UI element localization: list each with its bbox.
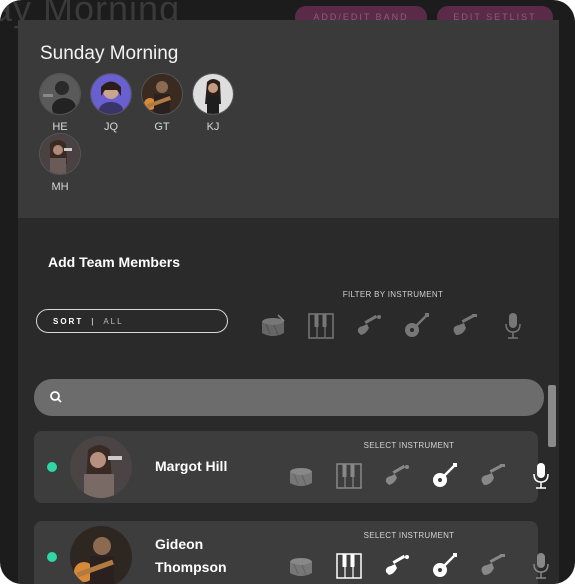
keyboard-icon[interactable]	[330, 552, 368, 580]
search-input[interactable]	[72, 385, 516, 412]
sort-value: ALL	[103, 316, 124, 326]
select-instrument-label: SELECT INSTRUMENT	[363, 531, 455, 540]
bass-guitar-icon[interactable]	[446, 312, 484, 340]
avatar	[39, 73, 81, 115]
avatar	[141, 73, 183, 115]
member-initials: GT	[154, 121, 170, 133]
avatar	[70, 436, 132, 498]
avatar	[192, 73, 234, 115]
search-bar[interactable]	[34, 379, 544, 416]
member-initials: MH	[51, 181, 69, 193]
avatar	[70, 526, 132, 584]
electric-guitar-icon[interactable]	[378, 462, 416, 490]
member-mh[interactable]: MH	[39, 133, 81, 193]
microphone-icon[interactable]	[494, 312, 532, 340]
sort-dropdown[interactable]: SORT | ALL	[36, 309, 228, 333]
band-modal: Sunday Morning HE JQ GT KJ MH Add Team M…	[18, 20, 559, 584]
sort-label: SORT	[53, 316, 84, 326]
member-gt[interactable]: GT	[141, 73, 183, 133]
member-card-gideon-thompson[interactable]: Gideon Thompson SELECT INSTRUMENT	[34, 521, 549, 584]
app-window: ay Morning ADD/EDIT BAND EDIT SETLIST Su…	[0, 0, 575, 584]
microphone-icon[interactable]	[522, 462, 559, 490]
drum-icon[interactable]	[254, 312, 292, 340]
member-kj[interactable]: KJ	[192, 73, 234, 133]
bass-guitar-icon[interactable]	[474, 462, 512, 490]
acoustic-guitar-icon[interactable]	[398, 312, 436, 340]
online-status-dot	[47, 462, 57, 472]
member-jq[interactable]: JQ	[90, 73, 132, 133]
select-instrument-label: SELECT INSTRUMENT	[363, 441, 455, 450]
card-instruments	[282, 462, 559, 490]
drum-icon[interactable]	[282, 552, 320, 580]
card-instruments	[282, 552, 559, 580]
member-initials: JQ	[103, 121, 119, 133]
search-icon	[50, 391, 62, 403]
electric-guitar-icon[interactable]	[350, 312, 388, 340]
band-name: Sunday Morning	[40, 43, 179, 64]
filter-instruments	[254, 312, 542, 340]
filter-by-instrument-label: FILTER BY INSTRUMENT	[342, 290, 444, 299]
avatar	[39, 133, 81, 175]
member-name-last: Thompson	[155, 559, 227, 575]
member-he[interactable]: HE	[39, 73, 81, 133]
member-name: Margot Hill	[155, 458, 228, 474]
electric-guitar-icon[interactable]	[378, 552, 416, 580]
microphone-icon[interactable]	[522, 552, 559, 580]
acoustic-guitar-icon[interactable]	[426, 552, 464, 580]
bass-guitar-icon[interactable]	[474, 552, 512, 580]
online-status-dot	[47, 552, 57, 562]
acoustic-guitar-icon[interactable]	[426, 462, 464, 490]
add-team-members-title: Add Team Members	[48, 254, 180, 270]
member-name-first: Gideon	[155, 536, 204, 552]
keyboard-icon[interactable]	[302, 312, 340, 340]
member-initials: KJ	[206, 121, 220, 133]
drum-icon[interactable]	[282, 462, 320, 490]
sort-separator: |	[91, 316, 96, 326]
member-card-margot-hill[interactable]: Margot Hill SELECT INSTRUMENT	[34, 431, 549, 503]
keyboard-icon[interactable]	[330, 462, 368, 490]
band-header: Sunday Morning HE JQ GT KJ MH	[18, 20, 559, 218]
avatar	[90, 73, 132, 115]
scrollbar[interactable]	[548, 385, 556, 447]
member-initials: HE	[52, 121, 68, 133]
